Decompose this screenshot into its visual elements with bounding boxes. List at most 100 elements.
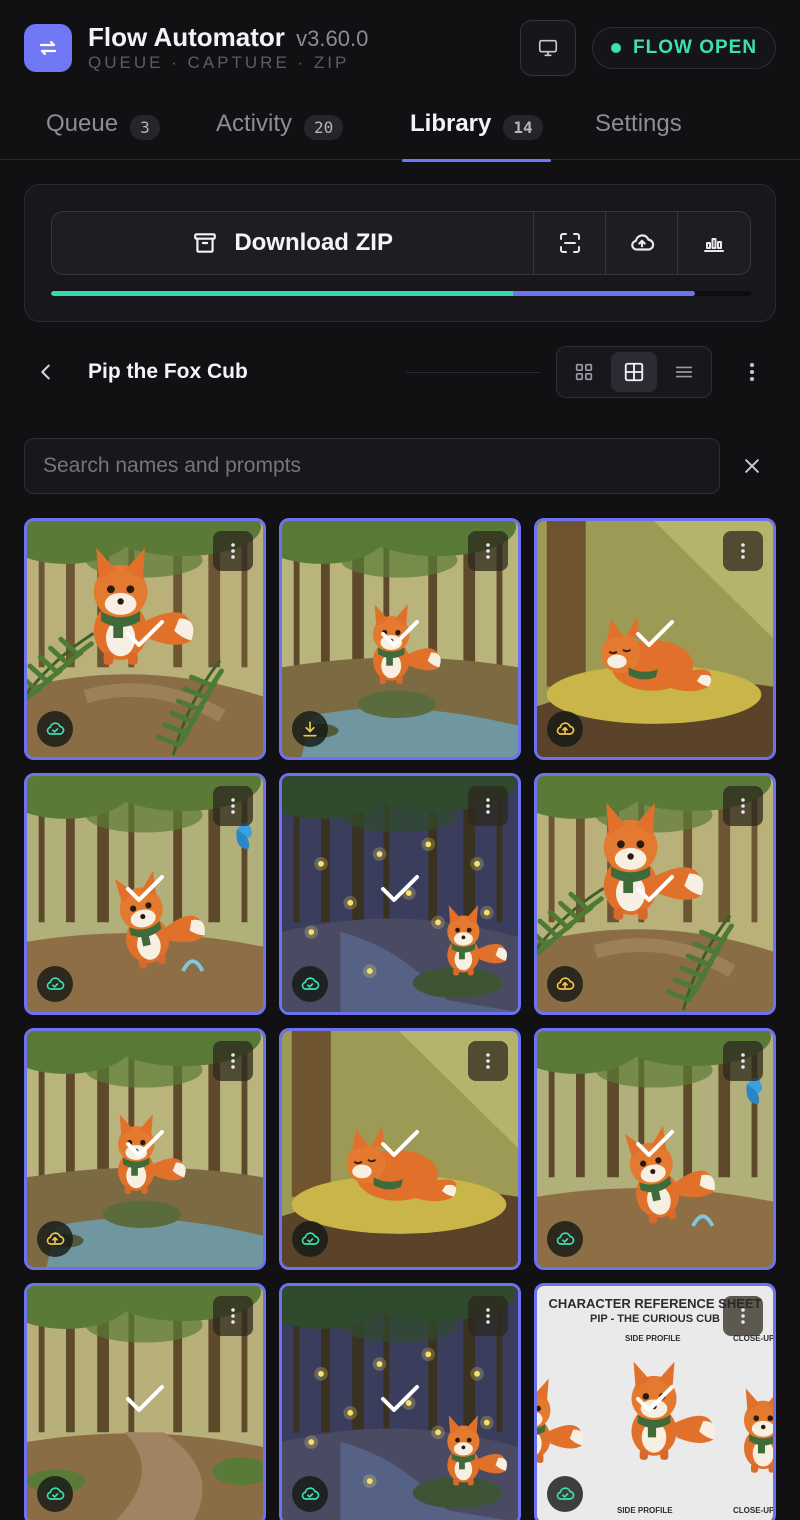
image-menu-button[interactable] [213,1296,253,1336]
more-vertical-icon [486,798,490,814]
sync-status-badge [292,966,328,1002]
tab-library[interactable]: Library 14 [402,110,551,162]
search-input[interactable] [24,438,720,494]
tab-label: Activity [216,110,293,137]
sync-status-badge [292,1221,328,1257]
selected-check-icon [636,1130,674,1157]
image-menu-button[interactable] [723,786,763,826]
tab-activity[interactable]: Activity 20 [216,110,344,158]
cloud-check-icon [556,1487,575,1500]
back-button[interactable] [32,358,60,386]
monitor-button[interactable] [520,20,576,76]
view-large-grid-button[interactable] [611,352,657,392]
cloud-upload-button[interactable] [606,212,679,274]
app-header: Flow Automator v3.60.0 QUEUE · CAPTURE ·… [0,0,800,96]
image-menu-button[interactable] [723,1041,763,1081]
capture-button[interactable] [534,212,607,274]
album-divider [406,372,540,373]
scan-icon [559,233,580,253]
image-menu-button[interactable] [213,1041,253,1081]
sync-status-badge [37,1221,73,1257]
album-menu-button[interactable] [738,358,766,386]
image-card[interactable]: CHARACTER REFERENCE SHEET PIP - THE CURIO… [534,1283,776,1520]
tab-queue[interactable]: Queue 3 [46,110,160,158]
image-card[interactable] [24,518,266,760]
tab-count-badge: 20 [304,115,344,140]
image-card[interactable] [24,1028,266,1270]
selected-check-icon [126,875,164,902]
download-zip-button[interactable]: Download ZIP [52,212,535,274]
archive-icon [194,233,217,253]
album-toolbar: Pip the Fox Cub [24,344,776,400]
image-card[interactable] [279,518,521,760]
image-menu-button[interactable] [213,786,253,826]
image-card[interactable] [534,518,776,760]
download-panel: Download ZIP [24,184,776,322]
image-menu-button[interactable] [213,531,253,571]
image-card[interactable] [279,773,521,1015]
more-vertical-icon [231,1053,235,1069]
flow-status-badge[interactable]: FLOW OPEN [592,27,776,69]
selected-check-icon [381,1130,419,1157]
image-menu-button[interactable] [723,531,763,571]
app-subtitle: QUEUE · CAPTURE · ZIP [88,53,350,72]
stats-button[interactable] [678,212,750,274]
image-card[interactable] [534,1028,776,1270]
image-grid: CHARACTER REFERENCE SHEET PIP - THE CURIO… [24,518,776,1520]
image-card[interactable] [24,1283,266,1520]
app-name: Flow Automator [88,22,285,52]
chevron-left-icon [41,364,50,380]
reference-sheet-label: CLOSE-UP [733,1506,775,1515]
app-title: Flow Automator v3.60.0 [88,22,368,53]
list-icon [675,366,693,378]
image-card[interactable] [279,1028,521,1270]
more-vertical-icon [750,363,754,381]
image-card[interactable] [279,1283,521,1520]
cloud-upload-icon [630,234,654,251]
more-vertical-icon [741,1308,745,1324]
view-list-button[interactable] [661,352,707,392]
grid-small-icon [575,363,593,381]
bar-chart-icon [704,238,725,252]
sync-status-badge [547,1476,583,1512]
image-menu-button[interactable] [723,1296,763,1336]
image-card[interactable] [24,773,266,1015]
selected-check-icon [381,1385,419,1412]
reference-sheet-label: SIDE PROFILE [617,1506,673,1515]
cloud-upload-icon [46,1232,65,1245]
selected-check-icon [381,875,419,902]
reference-sheet-label: SIDE PROFILE [625,1334,681,1343]
download-progress-fill [51,291,695,296]
sync-status-badge [292,711,328,747]
image-menu-button[interactable] [468,531,508,571]
cloud-check-icon [301,977,320,990]
sync-status-badge [547,966,583,1002]
image-menu-button[interactable] [468,1296,508,1336]
more-vertical-icon [741,798,745,814]
cloud-check-icon [46,977,65,990]
more-vertical-icon [231,798,235,814]
image-menu-button[interactable] [468,786,508,826]
tab-count-badge: 3 [130,115,160,140]
tab-label: Library [410,110,492,137]
sync-status-badge [37,711,73,747]
cloud-check-icon [301,1487,320,1500]
selected-check-icon [636,875,674,902]
cloud-check-icon [46,722,65,735]
selected-check-icon [126,1130,164,1157]
selected-check-icon [126,1385,164,1412]
view-small-grid-button[interactable] [561,352,607,392]
clear-search-button[interactable] [738,452,766,480]
status-dot-icon [611,43,621,53]
image-card[interactable] [534,773,776,1015]
grid-large-icon [624,362,644,382]
more-vertical-icon [741,543,745,559]
download-icon [303,721,317,737]
tab-settings[interactable]: Settings [595,110,682,158]
cloud-check-icon [301,1232,320,1245]
image-menu-button[interactable] [468,1041,508,1081]
selected-check-icon [636,620,674,647]
download-progress-bar [51,291,751,296]
selected-check-icon [636,1385,674,1412]
more-vertical-icon [486,1053,490,1069]
